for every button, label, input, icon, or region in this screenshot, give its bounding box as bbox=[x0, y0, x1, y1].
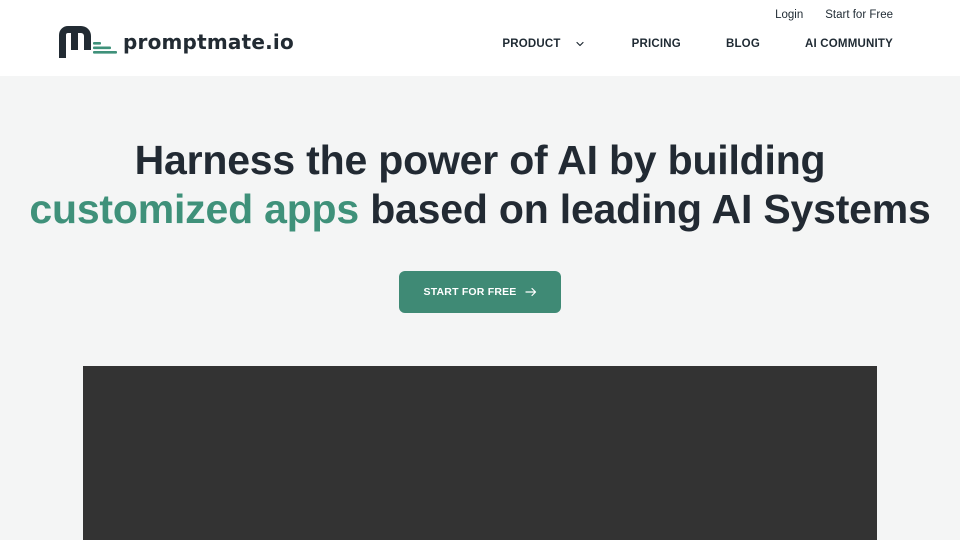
cta-label: START FOR FREE bbox=[423, 286, 517, 298]
login-link[interactable]: Login bbox=[775, 9, 803, 21]
logo-link[interactable]: promptmate.io bbox=[59, 26, 294, 58]
hero-title-line1: Harness the power of AI by building bbox=[134, 137, 826, 183]
chevron-down-icon bbox=[576, 41, 584, 47]
video-panel[interactable] bbox=[83, 366, 877, 540]
start-for-free-link[interactable]: Start for Free bbox=[825, 9, 893, 21]
hero-title: Harness the power of AI by building cust… bbox=[0, 136, 960, 234]
nav-pricing[interactable]: PRICING bbox=[632, 38, 681, 50]
start-for-free-button[interactable]: START FOR FREE bbox=[399, 271, 561, 313]
promptmate-logo-icon bbox=[59, 26, 117, 58]
site-header: promptmate.io Login Start for Free PRODU… bbox=[0, 0, 960, 76]
top-links: Login Start for Free bbox=[775, 9, 893, 21]
nav-blog[interactable]: BLOG bbox=[726, 38, 760, 50]
nav-product-label: PRODUCT bbox=[502, 38, 561, 50]
nav-ai-community[interactable]: AI COMMUNITY bbox=[805, 38, 893, 50]
nav-product[interactable]: PRODUCT bbox=[502, 38, 584, 50]
brand-name: promptmate.io bbox=[123, 30, 294, 54]
hero-title-line2: based on leading AI Systems bbox=[359, 186, 931, 232]
hero-title-accent: customized apps bbox=[29, 186, 359, 232]
arrow-right-icon bbox=[524, 287, 536, 297]
main-nav: PRODUCT PRICING BLOG AI COMMUNITY bbox=[502, 38, 893, 50]
